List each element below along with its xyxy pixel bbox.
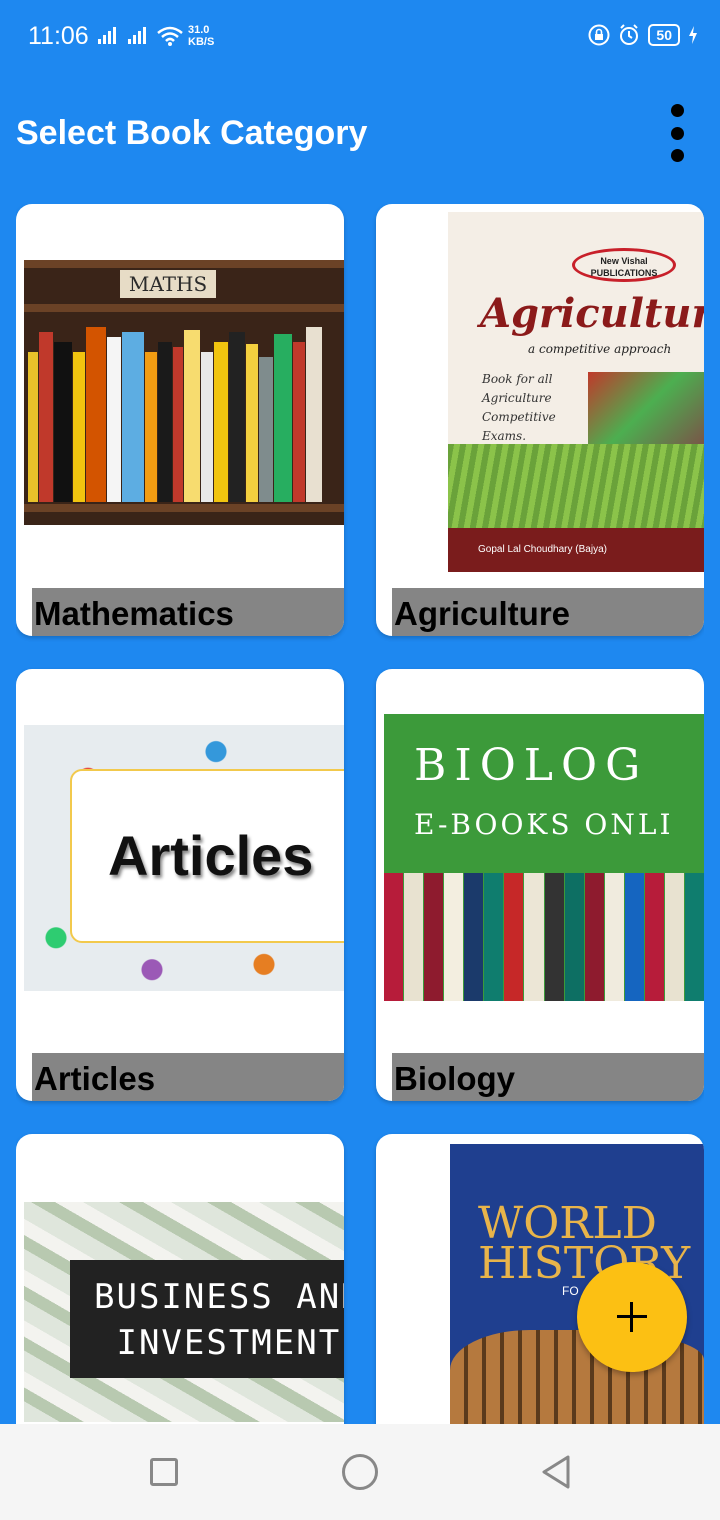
- overflow-menu-icon[interactable]: [660, 100, 694, 166]
- system-nav-bar: [0, 1424, 720, 1520]
- category-grid: MATHS Mathematics New Vishal PUBLICATION…: [16, 204, 704, 1424]
- page-title: Select Book Category: [16, 114, 368, 152]
- book-spines: [384, 873, 704, 1001]
- biology-cover-subtitle: E-BOOKS ONLI: [414, 808, 674, 841]
- status-time: 11:06: [28, 22, 89, 50]
- articles-board: Articles: [70, 769, 344, 943]
- biology-cover-title: BIOLOG: [414, 740, 649, 791]
- category-label: Agriculture: [392, 588, 704, 636]
- wifi-icon: [157, 26, 183, 46]
- maths-label: MATHS: [120, 270, 216, 298]
- agriculture-photos: [588, 372, 704, 444]
- signal-icon: [128, 27, 146, 44]
- agriculture-cover-subtitle: a competitive approach: [528, 342, 672, 356]
- battery-icon: 50: [648, 24, 680, 46]
- status-icons: 50: [588, 24, 698, 46]
- net-speed-unit: KB/S: [188, 36, 215, 48]
- category-card-biology[interactable]: BIOLOG E-BOOKS ONLI Biology: [376, 669, 704, 1101]
- category-label: Biology: [392, 1053, 704, 1101]
- history-cover-extra: FO: [562, 1284, 579, 1298]
- business-line-1: BUSINESS AND: [94, 1277, 344, 1317]
- net-speed-value: 31.0: [188, 24, 210, 36]
- agriculture-cover-blurb: Book for all Agriculture Competitive Exa…: [482, 372, 556, 443]
- business-banner: BUSINESS AND INVESTMENT: [70, 1260, 344, 1378]
- recent-apps-icon[interactable]: [150, 1458, 178, 1486]
- back-icon[interactable]: [540, 1454, 572, 1490]
- articles-image: Articles: [24, 725, 344, 991]
- category-card-articles[interactable]: Articles Articles: [16, 669, 344, 1101]
- category-card-agriculture[interactable]: New Vishal PUBLICATIONS Agriculture a co…: [376, 204, 704, 636]
- signal-icon: [98, 27, 116, 44]
- category-card-business[interactable]: BUSINESS AND INVESTMENT: [16, 1134, 344, 1424]
- publisher-badge: New Vishal PUBLICATIONS: [572, 248, 676, 282]
- category-card-mathematics[interactable]: MATHS Mathematics: [16, 204, 344, 636]
- agriculture-cover-title: Agriculture: [480, 290, 704, 337]
- battery-level: 50: [656, 27, 672, 43]
- mathematics-image: MATHS: [24, 260, 344, 525]
- category-label: Mathematics: [32, 588, 344, 636]
- book-spines: [24, 322, 344, 502]
- business-line-2: INVESTMENT: [116, 1323, 342, 1363]
- plus-icon: [617, 1302, 647, 1332]
- agriculture-author: Gopal Lal Choudhary (Bajya): [448, 528, 704, 572]
- charging-icon: [689, 26, 697, 44]
- biology-image: BIOLOG E-BOOKS ONLI: [384, 714, 704, 1001]
- alarm-icon: [620, 24, 639, 45]
- status-bar: 11:06 31.0 KB/S 50: [0, 0, 720, 76]
- agriculture-image: New Vishal PUBLICATIONS Agriculture a co…: [448, 212, 704, 572]
- net-speed: 31.0 KB/S: [188, 24, 214, 48]
- business-image: BUSINESS AND INVESTMENT: [24, 1202, 344, 1422]
- home-icon[interactable]: [342, 1454, 378, 1490]
- category-label: Articles: [32, 1053, 344, 1101]
- lock-icon: [588, 24, 610, 46]
- articles-board-text: Articles: [108, 824, 314, 887]
- add-category-button[interactable]: [577, 1262, 687, 1372]
